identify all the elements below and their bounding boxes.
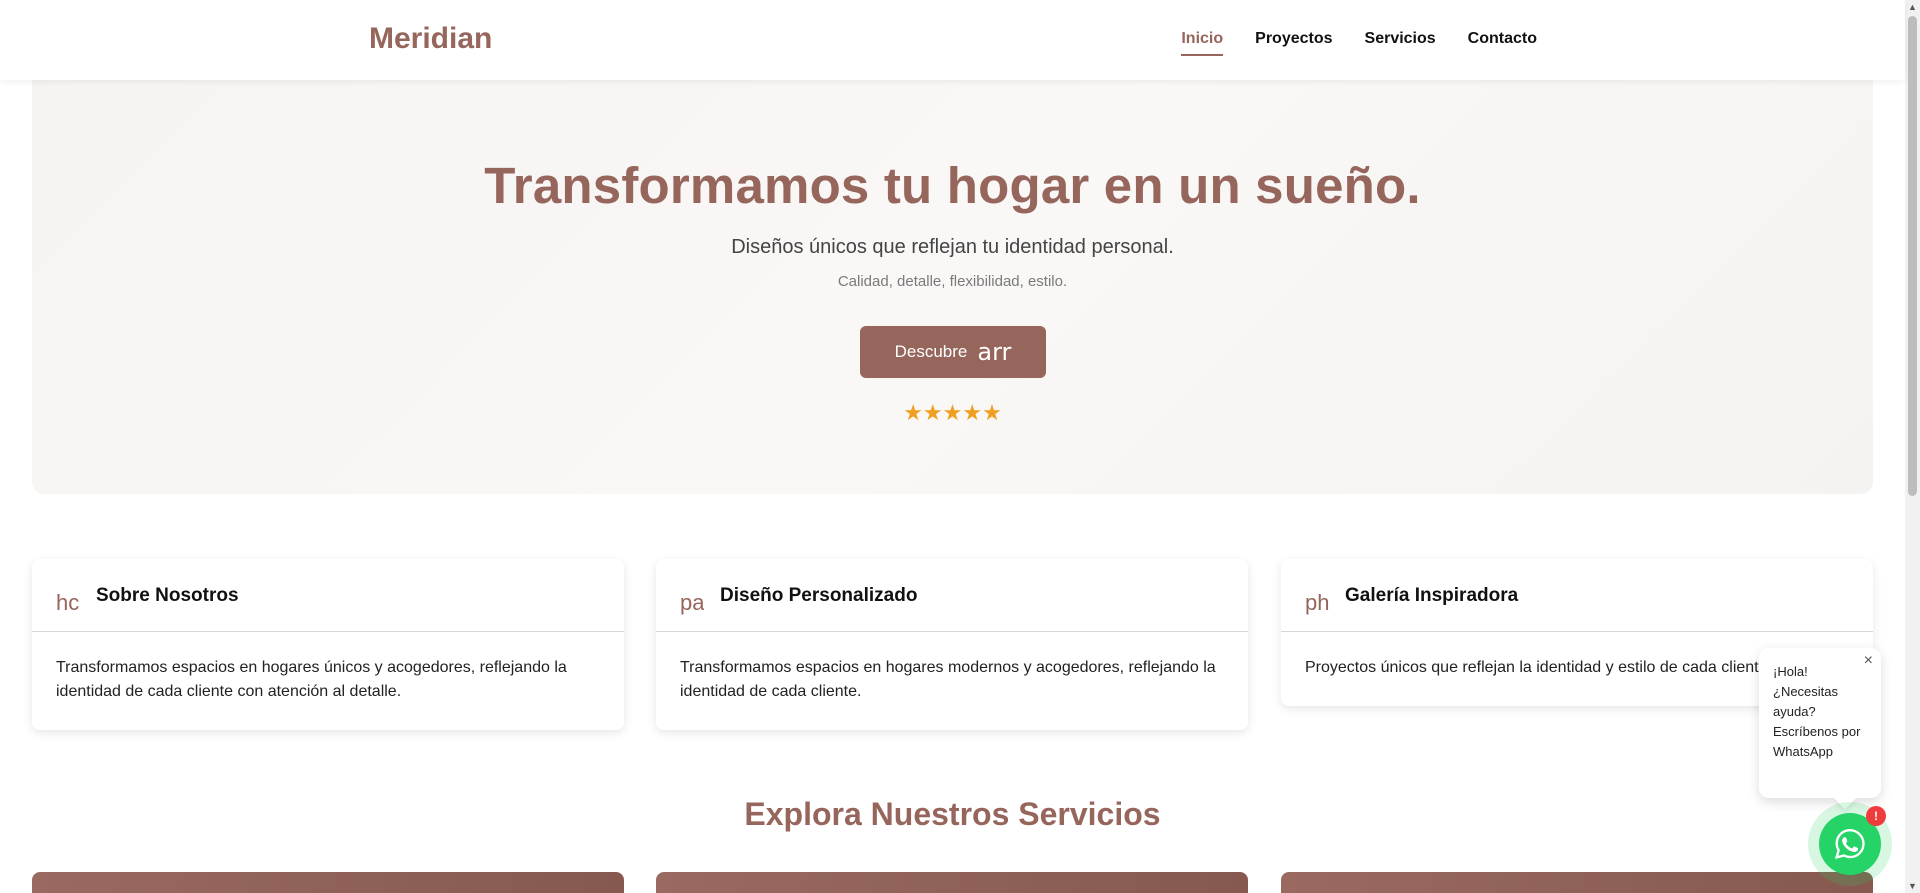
- nav-item-proyectos[interactable]: Proyectos: [1255, 30, 1332, 56]
- hero-subtitle: Diseños únicos que reflejan tu identidad…: [731, 236, 1174, 258]
- card-header: pa Diseño Personalizado: [656, 559, 1248, 632]
- scroll-up-icon[interactable]: ▲: [1908, 2, 1917, 12]
- card-body: Transformamos espacios en hogares modern…: [680, 659, 1216, 700]
- palette-icon: pa: [680, 591, 704, 615]
- card-title: Diseño Personalizado: [720, 585, 918, 606]
- nav-item-inicio[interactable]: Inicio: [1181, 30, 1223, 56]
- discover-button[interactable]: Descubre arr: [860, 326, 1046, 378]
- photo-icon: ph: [1305, 591, 1329, 615]
- card-about: hc Sobre Nosotros Transformamos espacios…: [32, 559, 624, 730]
- site-logo[interactable]: Meridian: [369, 22, 492, 56]
- home-icon: hc: [56, 591, 80, 615]
- card-custom-design: pa Diseño Personalizado Transformamos es…: [656, 559, 1248, 730]
- whatsapp-button[interactable]: !: [1808, 802, 1892, 886]
- services-title: Explora Nuestros Servicios: [744, 796, 1161, 832]
- hero-tagline: Calidad, detalle, flexibilidad, estilo.: [837, 273, 1068, 290]
- nav-item-contacto[interactable]: Contacto: [1468, 30, 1537, 56]
- hero-title: Transformamos tu hogar en un sueño.: [484, 157, 1421, 214]
- service-card[interactable]: [1281, 872, 1873, 893]
- main-nav: Inicio Proyectos Servicios Contacto: [1181, 30, 1537, 56]
- hero-section: Transformamos tu hogar en un sueño. Dise…: [32, 80, 1873, 494]
- site-header: Meridian Inicio Proyectos Servicios Cont…: [0, 0, 1905, 80]
- close-icon[interactable]: ×: [1864, 652, 1873, 670]
- whatsapp-popup: × ¡Hola! ¿Necesitas ayuda? Escríbenos po…: [1759, 648, 1881, 798]
- nav-item-servicios[interactable]: Servicios: [1365, 30, 1436, 56]
- service-card[interactable]: [32, 872, 624, 893]
- scrollbar-thumb[interactable]: [1908, 16, 1917, 496]
- scrollbar[interactable]: ▲ ▼: [1905, 0, 1920, 893]
- card-header: ph Galería Inspiradora: [1281, 559, 1873, 632]
- arrow-icon: arr: [977, 338, 1012, 366]
- scroll-down-icon[interactable]: ▼: [1908, 881, 1917, 891]
- card-title: Galería Inspiradora: [1345, 585, 1519, 606]
- notification-badge: !: [1866, 806, 1886, 826]
- service-card[interactable]: [656, 872, 1248, 893]
- card-body: Transformamos espacios en hogares únicos…: [56, 659, 567, 700]
- discover-button-label: Descubre: [894, 342, 968, 361]
- card-header: hc Sobre Nosotros: [32, 559, 624, 632]
- whatsapp-message: ¡Hola! ¿Necesitas ayuda? Escríbenos por …: [1773, 664, 1861, 759]
- rating-stars: ★★★★★: [903, 400, 1002, 425]
- card-title: Sobre Nosotros: [96, 585, 239, 606]
